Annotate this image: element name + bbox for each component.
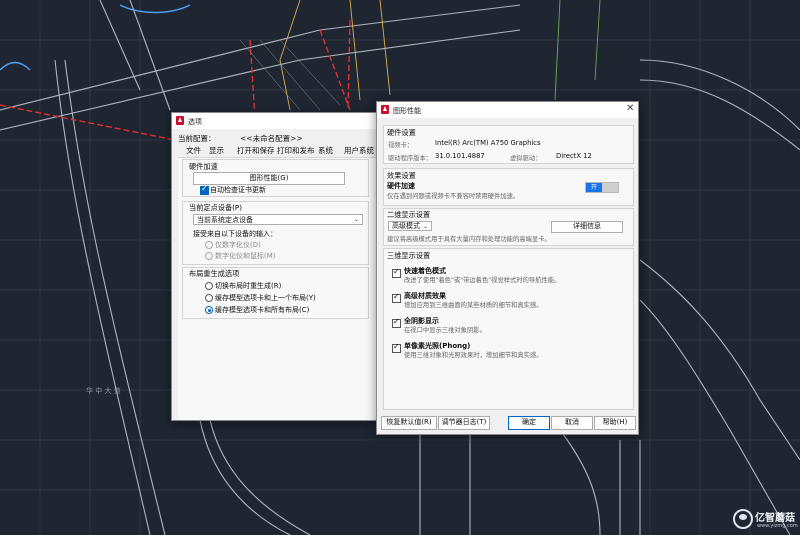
pointing-device-group: 当前定点设备(P) 当前系统定点设备 ⌄ 接受来自以下设备的输入： 仅数字化仪(…: [182, 201, 369, 265]
digitizer-mouse-label: 数字化仪和鼠标(M): [215, 252, 276, 260]
driver-version-label: 驱动程序版本：: [388, 155, 433, 162]
per-pixel-lighting-checkbox[interactable]: [392, 342, 401, 353]
tab-display[interactable]: 显示: [209, 145, 224, 156]
autocad-app-icon: [381, 105, 389, 114]
chevron-down-icon: ⌄: [422, 223, 428, 230]
options-title: 选项: [188, 118, 202, 126]
virtual-driver-label: 虚拟驱动：: [510, 155, 542, 162]
toggle-on-label: 开: [586, 183, 602, 192]
options-dialog: 选项 当前配置： <<未命名配置>> 文件 显示 打开和保存 打印和发布 系统 …: [171, 112, 381, 421]
hardware-accel-group: 硬件加速 图形性能(G) 自动检查证书更新: [182, 159, 369, 197]
video-card-label: 视频卡：: [388, 142, 414, 149]
tab-file[interactable]: 文件: [186, 145, 201, 156]
display-2d-group: 二维显示设置 高级模式 ⌄ 详细信息 建议将高级模式用于具有大量内存和处理功能的…: [383, 208, 634, 246]
watermark-url: www.yizmg.com: [757, 523, 798, 529]
regen-on-switch-label: 切换布局时重生成(R): [215, 282, 282, 290]
fast-shading-desc: 改进了使用"着色"或"带边着色"视觉样式时的导航性能。: [404, 277, 561, 284]
effects-settings-title: 效果设置: [387, 171, 416, 180]
tuner-log-button[interactable]: 调节器日志(T): [438, 416, 490, 430]
chevron-down-icon: ⌄: [353, 216, 359, 223]
display-2d-title: 二维显示设置: [387, 210, 431, 219]
graphics-titlebar: 图形性能 ✕: [377, 102, 638, 118]
video-card-value: Intel(R) Arc(TM) A750 Graphics: [435, 139, 541, 147]
graphics-performance-button[interactable]: 图形性能(G): [193, 172, 345, 185]
effects-settings-group: 效果设置 硬件加速 仅在遇到问题或视频卡不兼容时禁用硬件加速。 开: [383, 168, 634, 206]
layout-regen-group: 布局重生成选项 切换布局时重生成(R) 缓存模型选项卡和上一个布局(Y) 缓存模…: [182, 267, 369, 319]
auto-check-cert-label: 自动检查证书更新: [210, 186, 266, 194]
watermark-brand: 亿智蘑菇: [755, 513, 795, 524]
regen-on-switch-radio[interactable]: [205, 282, 213, 290]
pointing-device-title: 当前定点设备(P): [189, 203, 243, 212]
current-profile-value: <<未命名配置>>: [240, 134, 303, 143]
hardware-accel-toggle[interactable]: 开: [585, 182, 619, 193]
help-button[interactable]: 帮助(H): [594, 416, 636, 430]
options-tabs: 文件 显示 打开和保存 打印和发布 系统 用户系统: [172, 145, 380, 156]
reset-defaults-button[interactable]: 恢复默认值(R): [381, 416, 437, 430]
advanced-material-checkbox[interactable]: [392, 292, 401, 303]
full-shadow-desc: 在视口中显示三维对象阴影。: [404, 327, 486, 334]
details-button[interactable]: 详细信息: [551, 221, 623, 233]
layout-regen-title: 布局重生成选项: [189, 269, 240, 278]
cache-model-all-label: 缓存模型选项卡和所有布局(C): [215, 306, 310, 314]
tab-system[interactable]: 系统: [318, 145, 333, 156]
autocad-app-icon: [176, 116, 184, 125]
close-icon[interactable]: ✕: [626, 103, 634, 114]
cancel-button[interactable]: 取消: [551, 416, 593, 430]
digitizer-only-label: 仅数字化仪(D): [215, 241, 261, 249]
auto-check-cert-checkbox[interactable]: [200, 184, 209, 195]
pointing-device-selected: 当前系统定点设备: [197, 216, 253, 224]
advanced-material-desc: 增加应用到三维曲面的某些材质的细节和真实感。: [404, 302, 543, 309]
display-2d-desc: 建议将高级模式用于具有大量内存和处理功能的高端显卡。: [387, 236, 551, 243]
graphics-performance-dialog: 图形性能 ✕ 硬件设置 视频卡： Intel(R) Arc(TM) A750 G…: [376, 101, 639, 435]
accept-input-label: 接受来自以下设备的输入：: [193, 230, 277, 238]
full-shadow-checkbox[interactable]: [392, 317, 401, 328]
display-mode-select[interactable]: 高级模式 ⌄: [388, 221, 432, 231]
hardware-settings-group: 硬件设置 视频卡： Intel(R) Arc(TM) A750 Graphics…: [383, 125, 634, 164]
watermark-logo-icon: [733, 509, 753, 529]
driver-version-value: 31.0.101.4887: [435, 152, 485, 160]
graphics-title: 图形性能: [393, 107, 421, 115]
digitizer-mouse-radio[interactable]: [205, 252, 213, 260]
cache-model-last-radio[interactable]: [205, 294, 213, 302]
hardware-settings-title: 硬件设置: [387, 128, 416, 137]
hardware-accel-desc: 仅在遇到问题或视频卡不兼容时禁用硬件加速。: [387, 193, 520, 200]
pointing-device-select[interactable]: 当前系统定点设备 ⌄: [193, 214, 363, 225]
hardware-accel-label: 硬件加速: [387, 182, 415, 190]
fast-shading-checkbox[interactable]: [392, 267, 401, 278]
cache-model-all-radio[interactable]: [205, 306, 213, 314]
ok-button[interactable]: 确定: [508, 416, 550, 430]
current-profile-label: 当前配置：: [178, 134, 216, 143]
display-3d-title: 三维显示设置: [387, 251, 431, 260]
options-titlebar: 选项: [172, 113, 380, 129]
cache-model-last-label: 缓存模型选项卡和上一个布局(Y): [215, 294, 316, 302]
display-mode-selected: 高级模式: [392, 222, 420, 230]
virtual-driver-value: DirectX 12: [556, 152, 592, 160]
tab-user-system[interactable]: 用户系统: [344, 145, 378, 156]
digitizer-only-radio[interactable]: [205, 241, 213, 249]
hardware-accel-title: 硬件加速: [189, 162, 218, 171]
tab-plot-publish[interactable]: 打印和发布: [277, 145, 315, 156]
per-pixel-lighting-desc: 使用三维对象和光照效果时，增加细节和真实感。: [404, 352, 543, 359]
road-label: 华 中 大 道: [86, 387, 121, 395]
tab-open-save[interactable]: 打开和保存: [237, 145, 275, 156]
display-3d-group: 三维显示设置 快速着色模式 改进了使用"着色"或"带边着色"视觉样式时的导航性能…: [383, 248, 634, 410]
